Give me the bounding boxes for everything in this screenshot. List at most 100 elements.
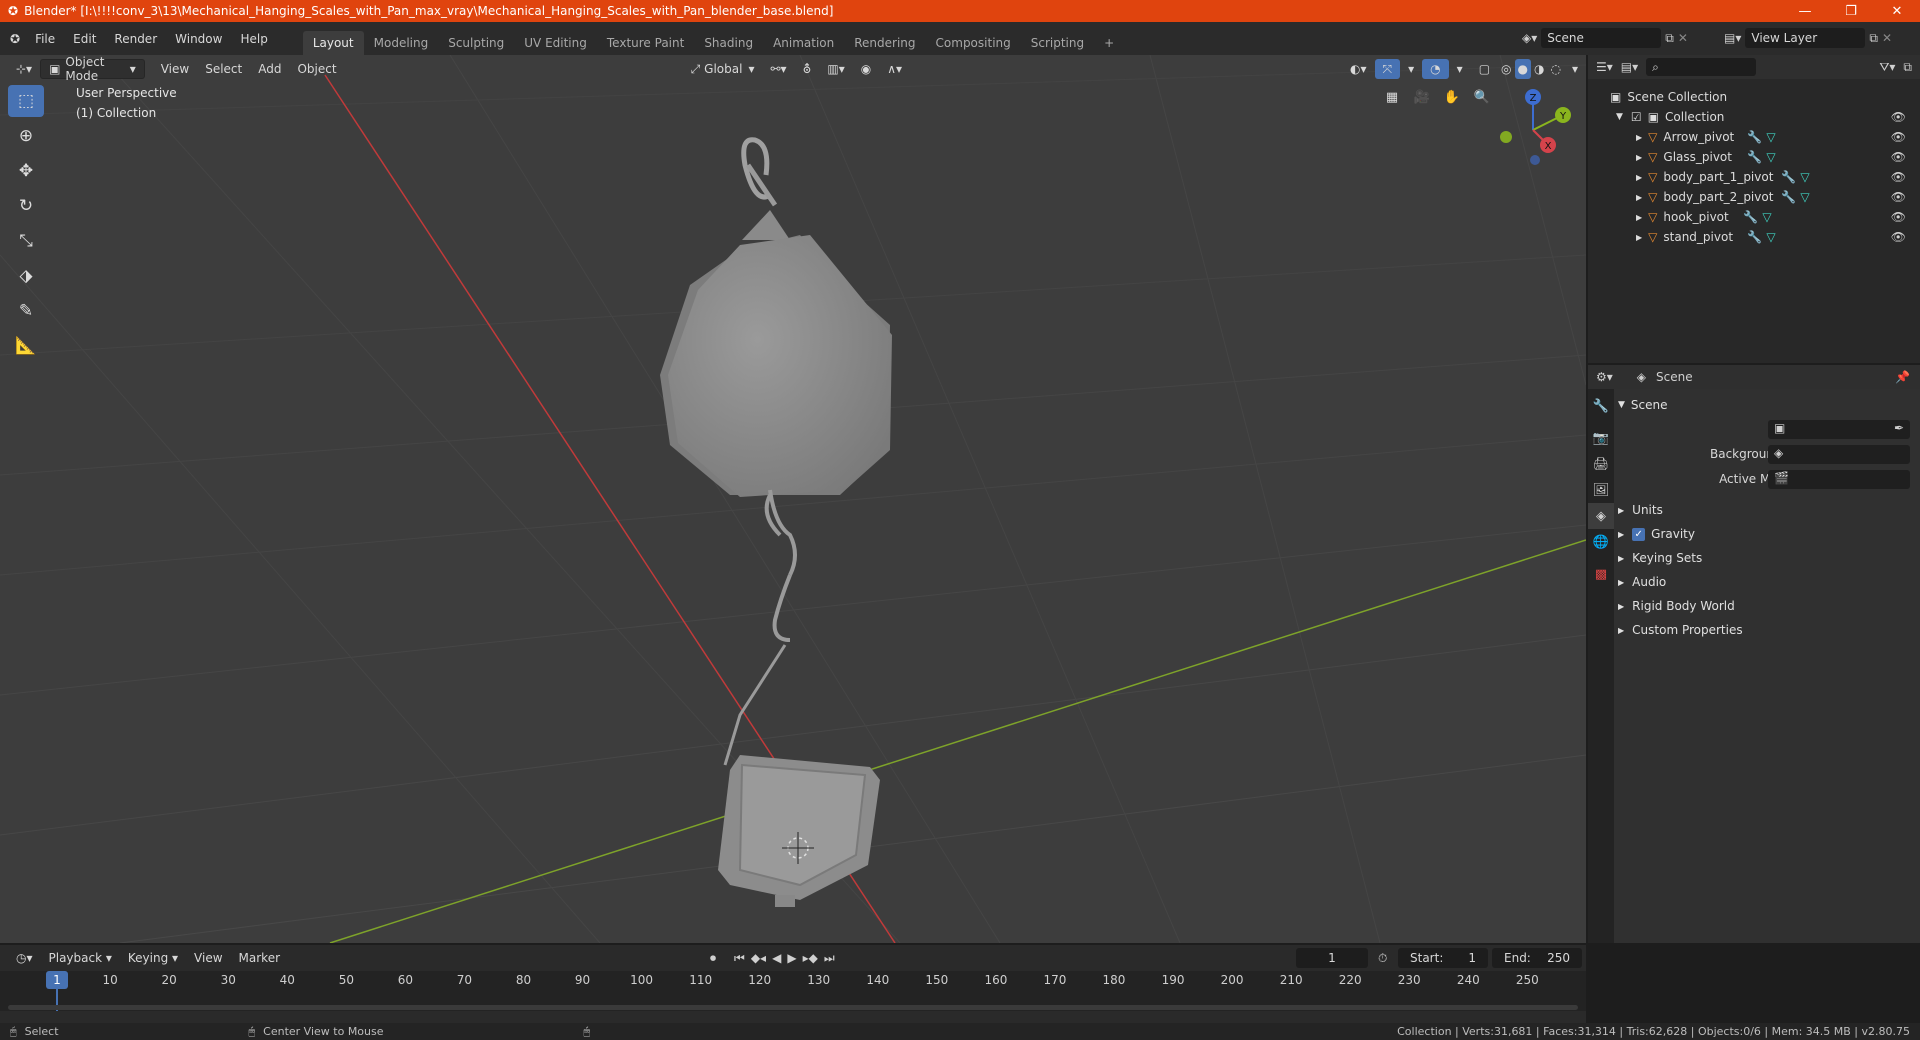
modifier-wrench-icon[interactable]: 🔧 bbox=[1781, 170, 1796, 184]
tool-tab-icon[interactable]: 🔧 bbox=[1588, 393, 1614, 419]
solid-shading-icon[interactable]: ● bbox=[1514, 59, 1531, 79]
modifier-wrench-icon[interactable]: 🔧 bbox=[1747, 230, 1762, 244]
render-tab-icon[interactable]: 📷 bbox=[1588, 425, 1614, 451]
jump-end-icon[interactable]: ⏭ bbox=[824, 951, 835, 966]
eye-icon[interactable]: 👁 bbox=[1891, 130, 1906, 144]
rendered-shading-icon[interactable]: ◌ bbox=[1547, 59, 1563, 79]
menu-add[interactable]: Add bbox=[250, 59, 289, 79]
transform-tool-icon[interactable]: ⬗ bbox=[8, 260, 44, 292]
eye-icon[interactable]: 👁 bbox=[1891, 170, 1906, 184]
menu-object[interactable]: Object bbox=[289, 59, 344, 79]
menu-keying[interactable]: Keying ▾ bbox=[120, 948, 186, 968]
modifier-wrench-icon[interactable]: 🔧 bbox=[1743, 210, 1758, 224]
record-icon[interactable]: ⏺ bbox=[710, 951, 716, 966]
expand-arrow-icon[interactable]: ▶ bbox=[1636, 213, 1642, 222]
view-layer-icon[interactable]: ▤▾ bbox=[1724, 31, 1741, 45]
gizmo-dropdown-icon[interactable]: ▾ bbox=[1400, 59, 1422, 79]
clock-icon[interactable]: ⏱ bbox=[1378, 951, 1387, 966]
gravity-panel-header[interactable]: ▶ ✓ Gravity bbox=[1618, 522, 1914, 546]
play-icon[interactable]: ▶ bbox=[787, 951, 796, 965]
pivot-icon[interactable]: ⚯▾ bbox=[762, 59, 794, 79]
custom-properties-panel-header[interactable]: ▶ Custom Properties bbox=[1618, 618, 1914, 642]
eye-icon[interactable]: 👁 bbox=[1891, 110, 1906, 124]
outliner-row-object[interactable]: ▶ ▽ hook_pivot 🔧 ▽ 👁 bbox=[1588, 207, 1920, 227]
expand-arrow-icon[interactable]: ▶ bbox=[1636, 133, 1642, 142]
annotate-tool-icon[interactable]: ✎ bbox=[8, 295, 44, 327]
filter-icon[interactable]: ⛛▾ bbox=[1879, 60, 1895, 75]
navigation-gizmo[interactable]: Z Y X bbox=[1488, 85, 1578, 175]
display-mode-icon[interactable]: ▤▾ bbox=[1621, 60, 1638, 74]
snap-target-icon[interactable]: ▥▾ bbox=[819, 59, 852, 79]
snap-icon[interactable]: ⛢ bbox=[795, 59, 820, 79]
minimize-button[interactable]: — bbox=[1782, 0, 1828, 22]
outliner-search-input[interactable]: ⌕ bbox=[1646, 58, 1757, 76]
expand-arrow-icon[interactable]: ▶ bbox=[1636, 193, 1642, 202]
menu-select[interactable]: Select bbox=[197, 59, 250, 79]
eye-icon[interactable]: 👁 bbox=[1891, 190, 1906, 204]
tab-scripting[interactable]: Scripting bbox=[1021, 31, 1094, 55]
tab-rendering[interactable]: Rendering bbox=[844, 31, 925, 55]
eye-icon[interactable]: 👁 bbox=[1891, 150, 1906, 164]
background-scene-field[interactable]: ◈ bbox=[1768, 445, 1910, 464]
prev-keyframe-icon[interactable]: ◆◂ bbox=[751, 951, 766, 965]
modifier-wrench-icon[interactable]: 🔧 bbox=[1747, 130, 1762, 144]
keying-sets-panel-header[interactable]: ▶ Keying Sets bbox=[1618, 546, 1914, 570]
outliner-row-scene-collection[interactable]: ▣ Scene Collection bbox=[1588, 87, 1920, 107]
gizmo-toggle-icon[interactable]: ⤧ bbox=[1374, 59, 1401, 79]
falloff-icon[interactable]: ∧▾ bbox=[879, 59, 910, 79]
menu-view[interactable]: View bbox=[153, 59, 197, 79]
blender-menu-icon[interactable]: ✪ bbox=[0, 27, 26, 51]
tab-compositing[interactable]: Compositing bbox=[926, 31, 1021, 55]
checkbox-icon[interactable]: ☑ bbox=[1631, 110, 1642, 124]
expand-arrow-icon[interactable]: ▼ bbox=[1616, 112, 1623, 122]
mesh-data-icon[interactable]: ▽ bbox=[1766, 230, 1775, 244]
scene-field[interactable]: Scene bbox=[1541, 28, 1662, 48]
current-frame-field[interactable]: 1 bbox=[1296, 948, 1368, 968]
expand-arrow-icon[interactable]: ▶ bbox=[1636, 233, 1642, 242]
proportional-edit-icon[interactable]: ◉ bbox=[853, 59, 879, 79]
scene-panel-header[interactable]: ▼ Scene bbox=[1618, 393, 1914, 417]
outliner-row-collection[interactable]: ▼ ☑ ▣ Collection 👁 bbox=[1588, 107, 1920, 127]
tab-layout[interactable]: Layout bbox=[302, 31, 364, 55]
menu-file[interactable]: File bbox=[26, 27, 64, 51]
camera-view-icon[interactable]: 🎥 bbox=[1410, 85, 1434, 109]
units-panel-header[interactable]: ▶ Units bbox=[1618, 498, 1914, 522]
menu-marker[interactable]: Marker bbox=[231, 948, 288, 968]
expand-arrow-icon[interactable]: ▶ bbox=[1636, 173, 1642, 182]
mesh-data-icon[interactable]: ▽ bbox=[1766, 150, 1775, 164]
menu-edit[interactable]: Edit bbox=[64, 27, 105, 51]
menu-window[interactable]: Window bbox=[166, 27, 231, 51]
mesh-data-icon[interactable]: ▽ bbox=[1762, 210, 1771, 224]
remove-scene-icon[interactable]: ✕ bbox=[1678, 31, 1688, 45]
eye-icon[interactable]: 👁 bbox=[1891, 210, 1906, 224]
move-tool-icon[interactable]: ✥ bbox=[8, 155, 44, 187]
add-workspace-button[interactable]: + bbox=[1094, 31, 1124, 55]
editor-type-icon[interactable]: ⊹▾ bbox=[8, 59, 40, 79]
pan-hand-icon[interactable]: ✋ bbox=[1440, 85, 1464, 109]
mode-dropdown[interactable]: ▣ Object Mode ▾ bbox=[40, 55, 145, 83]
scale-tool-icon[interactable]: ⤡ bbox=[8, 225, 44, 257]
rigid-body-world-panel-header[interactable]: ▶ Rigid Body World bbox=[1618, 594, 1914, 618]
outliner-row-object[interactable]: ▶ ▽ body_part_2_pivot 🔧 ▽ 👁 bbox=[1588, 187, 1920, 207]
rotate-tool-icon[interactable]: ↻ bbox=[8, 190, 44, 222]
timeline-editor-icon[interactable]: ◷▾ bbox=[8, 948, 41, 968]
eye-icon[interactable]: 👁 bbox=[1891, 230, 1906, 244]
menu-render[interactable]: Render bbox=[105, 27, 166, 51]
timeline-track-area[interactable]: 1 10 20 30 40 50 60 70 80 90 100 110 120 130 140 150 160… bbox=[0, 971, 1586, 1011]
new-view-layer-icon[interactable]: ⧉ bbox=[1869, 31, 1878, 46]
view-layer-tab-icon[interactable]: 🖼 bbox=[1588, 477, 1614, 503]
audio-panel-header[interactable]: ▶ Audio bbox=[1618, 570, 1914, 594]
outliner-row-object[interactable]: ▶ ▽ stand_pivot 🔧 ▽ 👁 bbox=[1588, 227, 1920, 247]
hanging-scale-model[interactable] bbox=[660, 137, 892, 907]
mesh-data-icon[interactable]: ▽ bbox=[1766, 130, 1775, 144]
outliner-row-object[interactable]: ▶ ▽ body_part_1_pivot 🔧 ▽ 👁 bbox=[1588, 167, 1920, 187]
outliner-editor-icon[interactable]: ☰▾ bbox=[1596, 60, 1613, 74]
overlay-dropdown-icon[interactable]: ▾ bbox=[1449, 59, 1471, 79]
tab-texture-paint[interactable]: Texture Paint bbox=[597, 31, 694, 55]
overlay-toggle-icon[interactable]: ◔ bbox=[1422, 59, 1449, 79]
menu-playback[interactable]: Playback ▾ bbox=[41, 948, 120, 968]
shading-dropdown-icon[interactable]: ▾ bbox=[1564, 59, 1586, 79]
texture-tab-icon[interactable]: ▩ bbox=[1588, 561, 1614, 587]
measure-tool-icon[interactable]: 📐 bbox=[8, 330, 44, 362]
play-reverse-icon[interactable]: ◀ bbox=[772, 951, 781, 965]
